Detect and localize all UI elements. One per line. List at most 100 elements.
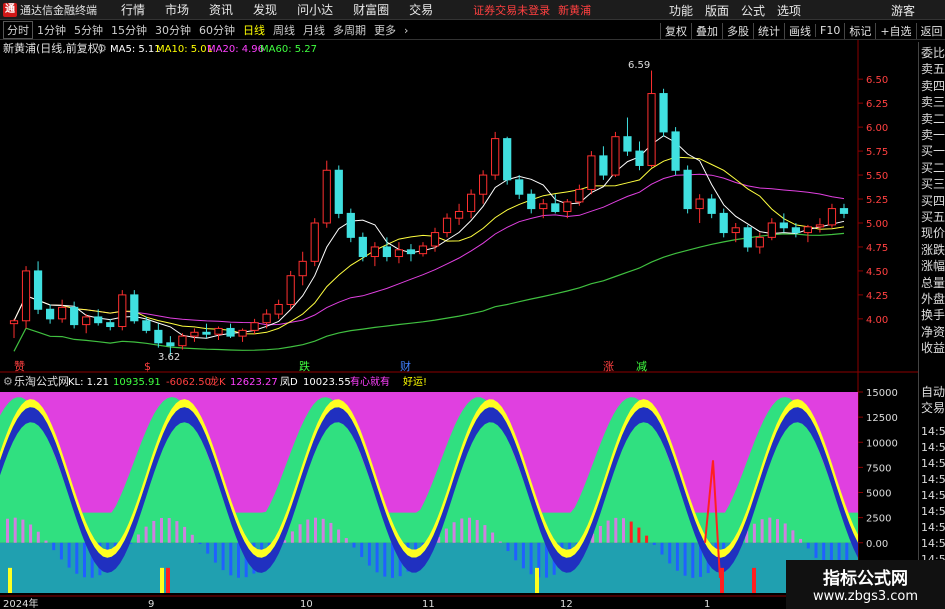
side-panel-item[interactable]: 现价 xyxy=(921,226,945,240)
candle-body xyxy=(310,222,319,262)
chart-area[interactable]: 新黄浦(日线,前复权) ⚙ MA5: 5.11 MA10: 5.01 MA20:… xyxy=(0,40,918,609)
candle-body xyxy=(154,329,163,344)
low-price-label: 3.62 xyxy=(158,352,180,363)
side-panel-item[interactable]: 卖五 xyxy=(921,62,945,76)
side-panel-item[interactable]: 买二 xyxy=(921,161,945,175)
signal-marker: 赞 xyxy=(14,360,25,373)
indicator-bar xyxy=(52,542,56,551)
tab-multi-period[interactable]: 多周期 xyxy=(329,22,370,38)
menu-trade[interactable]: 交易 xyxy=(399,1,443,18)
candle-body xyxy=(767,222,776,238)
side-panel-item[interactable]: 卖三 xyxy=(921,95,945,109)
candle-body xyxy=(815,224,825,228)
menu-function[interactable]: 功能 xyxy=(663,2,699,19)
side-panel-item[interactable]: 买四 xyxy=(921,194,945,208)
side-panel-item[interactable]: 卖四 xyxy=(921,79,945,93)
menu-layout[interactable]: 版面 xyxy=(699,2,735,19)
tab-30min[interactable]: 30分钟 xyxy=(151,22,195,38)
indicator-bar xyxy=(321,518,325,543)
draw-line-button[interactable]: 画线 xyxy=(784,22,815,39)
add-watchlist-button[interactable]: +自选 xyxy=(875,22,915,39)
side-panel-item[interactable]: 买五 xyxy=(921,210,945,224)
multi-stock-button[interactable]: 多股 xyxy=(722,22,753,39)
side-panel-item[interactable]: 买一 xyxy=(921,144,945,158)
menu-quotes[interactable]: 行情 xyxy=(111,1,155,18)
side-panel-item[interactable]: 涨幅 xyxy=(921,259,945,273)
price-tick-label: 5.25 xyxy=(866,195,888,206)
indicator-bar xyxy=(314,517,317,543)
tick-time-label: 14:56 xyxy=(921,505,945,518)
indicator-bar xyxy=(67,542,71,568)
back-button[interactable]: 返回 xyxy=(915,22,945,39)
time-label: 10 xyxy=(300,599,313,609)
indicator-settings-icon[interactable]: ⚙ xyxy=(3,375,13,388)
settings-gear-icon[interactable]: ⚙ xyxy=(97,42,107,55)
value-1: 10935.91 xyxy=(113,377,161,388)
tab-daily[interactable]: 日线 xyxy=(239,22,269,38)
statistics-button[interactable]: 统计 xyxy=(753,22,784,39)
signal-bar xyxy=(8,567,12,593)
indicator-bar xyxy=(290,531,294,543)
phoenix-d-label: 凤D xyxy=(280,376,298,388)
indicator-bar xyxy=(514,542,518,561)
watermark-title: 指标公式网 xyxy=(823,569,908,589)
tab-15min[interactable]: 15分钟 xyxy=(107,22,151,38)
candle-body xyxy=(118,294,127,328)
price-tick-label: 4.50 xyxy=(866,267,888,278)
overlay-button[interactable]: 叠加 xyxy=(691,22,722,39)
side-panel-item[interactable]: 委比 xyxy=(921,46,945,60)
side-panel-item[interactable]: 净资 xyxy=(921,325,945,339)
indicator-bar xyxy=(483,525,487,543)
tab-more[interactable]: 更多 xyxy=(370,22,400,38)
indicator-bar xyxy=(799,538,803,543)
login-warning[interactable]: 证券交易未登录 xyxy=(473,2,550,18)
dragon-k-label: 龙K xyxy=(209,375,226,388)
chevron-right-icon[interactable]: › xyxy=(400,24,412,37)
side-panel-item[interactable]: 买三 xyxy=(921,177,945,191)
signal-marker: $ xyxy=(144,360,151,373)
side-panel-item[interactable]: 卖二 xyxy=(921,112,945,126)
restore-rights-button[interactable]: 复权 xyxy=(660,22,691,39)
time-label: 11 xyxy=(422,599,435,609)
indicator-bar xyxy=(21,519,25,543)
tab-timeshare[interactable]: 分时 xyxy=(3,21,33,39)
side-panel-trade-item[interactable]: 自动 xyxy=(921,385,945,399)
menu-options[interactable]: 选项 xyxy=(771,2,807,19)
side-panel-item[interactable]: 涨跌 xyxy=(921,243,945,257)
candle-body xyxy=(599,155,608,176)
menu-formula[interactable]: 公式 xyxy=(735,2,771,19)
indicator-bar xyxy=(13,517,17,543)
side-panel-item[interactable]: 总量 xyxy=(921,276,945,290)
candle-body xyxy=(214,327,223,335)
menu-wealth[interactable]: 财富圈 xyxy=(343,1,399,18)
menu-market[interactable]: 市场 xyxy=(155,1,199,18)
tab-60min[interactable]: 60分钟 xyxy=(195,22,239,38)
side-panel-item[interactable]: 换手 xyxy=(921,308,945,322)
tab-weekly[interactable]: 周线 xyxy=(269,22,299,38)
indicator-bar xyxy=(337,529,341,543)
price-tick-label: 6.50 xyxy=(866,75,888,86)
ma20-label: MA20: 4.96 xyxy=(207,44,264,55)
side-panel-item[interactable]: 收益 xyxy=(921,341,945,355)
menu-news[interactable]: 资讯 xyxy=(199,1,243,18)
candle-body xyxy=(238,329,247,337)
tab-monthly[interactable]: 月线 xyxy=(299,22,329,38)
candle-body xyxy=(370,246,379,258)
indicator-bar xyxy=(498,541,502,543)
tab-5min[interactable]: 5分钟 xyxy=(70,22,107,38)
candle-body xyxy=(106,322,115,328)
side-panel-trade-item[interactable]: 交易 xyxy=(921,401,945,415)
guest-label[interactable]: 游客 xyxy=(891,2,915,19)
indicator-bar xyxy=(198,542,202,545)
side-panel-item[interactable]: 卖一 xyxy=(921,128,945,142)
menu-ask[interactable]: 问小达 xyxy=(287,1,343,18)
indicator-bar xyxy=(614,517,618,543)
indicator-tick-label: 12500 xyxy=(866,413,898,424)
menu-discover[interactable]: 发现 xyxy=(243,1,287,18)
f10-button[interactable]: F10 xyxy=(815,24,844,37)
mark-button[interactable]: 标记 xyxy=(844,22,875,39)
price-tick-label: 6.00 xyxy=(866,123,888,134)
candle-body xyxy=(94,316,103,324)
tab-1min[interactable]: 1分钟 xyxy=(33,22,70,38)
side-panel-item[interactable]: 外盘 xyxy=(921,292,945,306)
